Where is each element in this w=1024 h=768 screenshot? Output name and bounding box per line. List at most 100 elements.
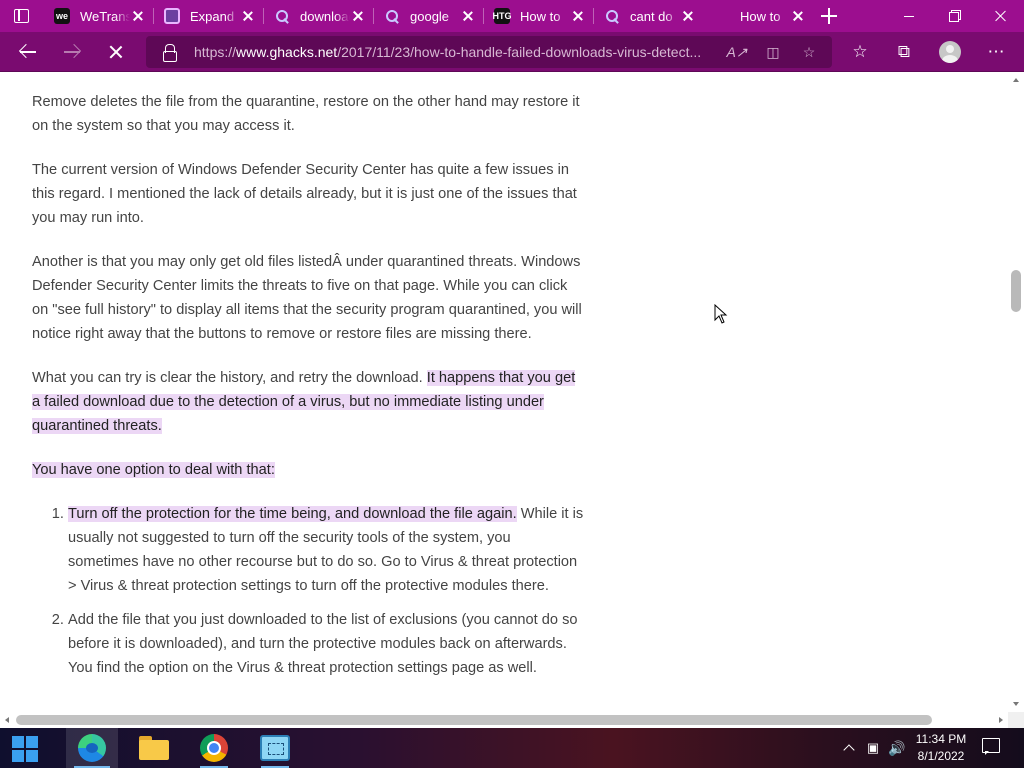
close-window-button[interactable] [978,0,1024,32]
close-tab-icon[interactable] [240,8,256,24]
network-icon: ▣ [866,740,880,755]
windows-logo-pane [12,750,24,762]
tab-google[interactable]: google [374,0,484,32]
url-prefix: https:// [194,44,237,60]
scroll-up-icon[interactable] [1013,78,1019,82]
taskbar-edge[interactable] [66,728,118,768]
start-button[interactable] [12,736,38,762]
reader-view-icon[interactable]: ◫ [764,43,782,61]
paragraph-text: What you can try is clear the history, a… [32,370,427,386]
browser-toolbar: https://www.ghacks.net/2017/11/23/how-to… [0,32,1024,72]
clock[interactable]: 11:34 PM 8/1/2022 [910,731,972,765]
settings-menu-button[interactable]: ⋯ [982,38,1010,66]
scrollbar-corner [1008,712,1024,728]
tab-title: WeTransfer [80,8,130,24]
ghacks-icon [714,8,730,24]
vertical-scrollbar[interactable] [1008,72,1024,712]
article-body: Remove deletes the file from the quarant… [32,90,584,690]
list-item-text: Add the file that you just downloaded to… [68,612,578,676]
volume-icon: 🔊 [888,739,906,756]
url-host: www.ghacks.net [236,44,338,60]
close-tab-icon[interactable] [570,8,586,24]
scroll-left-icon[interactable] [5,717,9,723]
new-tab-button[interactable] [820,7,838,25]
notification-center-icon[interactable] [980,737,1002,757]
favorites-button[interactable]: ☆ [846,38,874,66]
search-icon [604,8,620,24]
search-icon [384,8,400,24]
paragraph: Remove deletes the file from the quarant… [32,94,580,134]
address-bar[interactable]: https://www.ghacks.net/2017/11/23/how-to… [146,36,832,68]
favorites-icon: ☆ [852,42,868,61]
back-button[interactable] [14,38,42,66]
paragraph: The current version of Windows Defender … [32,162,577,226]
stop-loading-button[interactable] [102,38,130,66]
tab-title: google [410,8,450,24]
lock-icon[interactable] [162,44,177,62]
taskbar-chrome[interactable] [188,728,240,768]
taskbar: ▣ 🔊 11:34 PM 8/1/2022 [0,728,1024,768]
tab-title: Expand [190,8,235,24]
tab-strip: we WeTransfer Expand download google HTG… [0,0,1024,32]
paragraph: What you can try is clear the history, a… [32,366,584,438]
forward-button[interactable] [58,38,86,66]
taskbar-file-explorer[interactable] [128,728,180,768]
scroll-right-icon[interactable] [999,717,1003,723]
collections-icon: ⧉ [897,42,911,61]
stop-icon [108,44,124,60]
tab-title: How to [520,8,561,24]
tab-expand[interactable]: Expand [154,0,264,32]
close-tab-icon[interactable] [130,8,146,24]
scrollbar-thumb[interactable] [1011,270,1021,312]
search-icon [274,8,290,24]
close-tab-icon[interactable] [460,8,476,24]
horizontal-scrollbar[interactable] [0,712,1008,728]
windows-logo-pane [12,736,24,748]
mouse-pointer-icon [714,304,728,324]
wetransfer-icon: we [54,8,70,24]
windows-logo-pane [26,750,38,762]
clock-time: 11:34 PM [915,732,967,746]
paragraph: Another is that you may only get old fil… [32,254,582,342]
option-list: Turn off the protection for the time bei… [68,502,584,680]
taskbar-snipping-tool[interactable] [249,728,301,768]
show-hidden-icons-button[interactable] [838,728,860,768]
volume-button[interactable]: 🔊 [886,728,908,768]
close-tab-icon[interactable] [680,8,696,24]
tab-cant-do[interactable]: cant do [594,0,704,32]
collections-button[interactable]: ⧉ [890,38,918,66]
more-dots-icon: ⋯ [987,42,1005,61]
tab-download[interactable]: download [264,0,374,32]
tab-how-to-htg[interactable]: HTG How to [484,0,594,32]
forward-arrow-icon [63,43,81,61]
close-tab-icon[interactable] [790,8,806,24]
tab-title: cant do [630,8,673,24]
windows-logo-pane [26,736,38,748]
tab-title: download [300,8,350,24]
paragraph: You have one option to deal with that: [32,458,584,482]
restore-button[interactable] [932,0,978,32]
chrome-icon [200,734,228,762]
profile-button[interactable] [936,38,964,66]
minimize-button[interactable] [886,0,932,32]
htg-icon: HTG [493,8,512,24]
network-button[interactable]: ▣ [862,728,884,768]
read-aloud-icon[interactable]: A↗ [726,43,747,61]
file-explorer-icon [139,736,169,760]
highlighted-text: You have one option to deal with that: [32,462,275,478]
add-favorite-icon[interactable]: ☆ [800,43,818,61]
tab-title: How to [740,8,781,24]
tab-wetransfer[interactable]: we WeTransfer [44,0,154,32]
chevron-up-icon [843,744,855,756]
avatar [939,41,961,63]
page-viewport[interactable]: Remove deletes the file from the quarant… [0,72,1008,712]
tab-actions-icon[interactable] [13,7,31,25]
edge-icon [78,734,106,762]
close-tab-icon[interactable] [350,8,366,24]
scrollbar-thumb[interactable] [16,715,932,725]
url-path: /2017/11/23/how-to-handle-failed-downloa… [337,44,702,60]
tab-how-to-active[interactable]: How to [704,0,814,32]
highlighted-text: Turn off the protection for the time bei… [68,506,517,522]
url-text[interactable]: https://www.ghacks.net/2017/11/23/how-to… [194,44,716,60]
scroll-down-icon[interactable] [1013,702,1019,706]
